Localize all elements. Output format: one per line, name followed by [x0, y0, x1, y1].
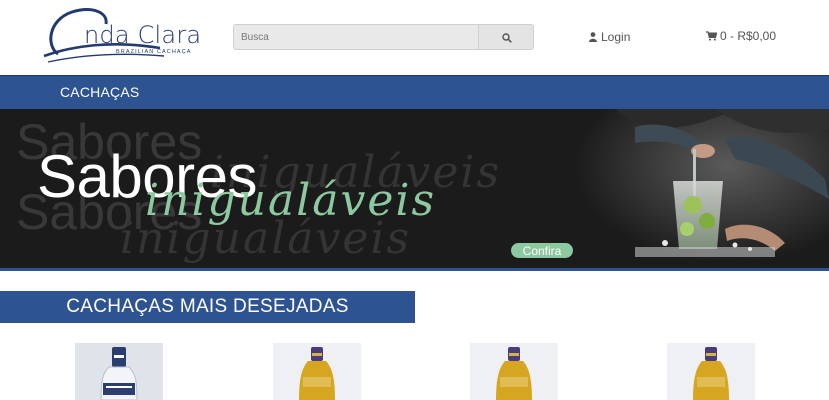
cart-link[interactable]: 0 - R$0,00: [706, 29, 776, 43]
cart-icon: [706, 31, 717, 41]
page: nda Clara BRAZILIAN CACHAÇA Login: [0, 0, 829, 400]
bottle-image: [667, 343, 755, 400]
logo[interactable]: nda Clara BRAZILIAN CACHAÇA: [42, 6, 212, 70]
search-icon: [502, 33, 512, 43]
search-input[interactable]: [233, 24, 479, 50]
product-card[interactable]: [75, 343, 163, 400]
product-card[interactable]: [667, 343, 755, 400]
logo-tagline: BRAZILIAN CACHAÇA: [116, 49, 192, 55]
section-title: CACHAÇAS MAIS DESEJADAS: [66, 296, 349, 317]
search-bar: [233, 24, 534, 50]
login-label: Login: [601, 30, 631, 44]
banner-headline-script: inigualáveis: [145, 175, 437, 226]
nav-item-cachacas[interactable]: CACHAÇAS: [60, 84, 139, 100]
product-grid: [0, 343, 829, 400]
user-icon: [589, 32, 597, 42]
product-card[interactable]: [273, 343, 361, 400]
bottle-image: [273, 343, 361, 400]
bottle-image: [470, 343, 558, 400]
banner-bottom-border: [0, 268, 829, 271]
section-header: CACHAÇAS MAIS DESEJADAS: [0, 291, 415, 323]
search-button[interactable]: [478, 24, 534, 50]
bartender-photo: [575, 109, 829, 271]
product-card[interactable]: [470, 343, 558, 400]
cart-summary: 0 - R$0,00: [720, 29, 777, 43]
logo-name: nda Clara: [84, 21, 202, 49]
bottle-image: [75, 343, 163, 400]
confira-button[interactable]: Confira: [511, 243, 573, 258]
hero-banner[interactable]: Sabores Sabores inigualáveis inigualávei…: [0, 109, 829, 271]
login-link[interactable]: Login: [589, 30, 630, 44]
header: nda Clara BRAZILIAN CACHAÇA Login: [0, 0, 829, 75]
main-nav: CACHAÇAS: [0, 75, 829, 109]
